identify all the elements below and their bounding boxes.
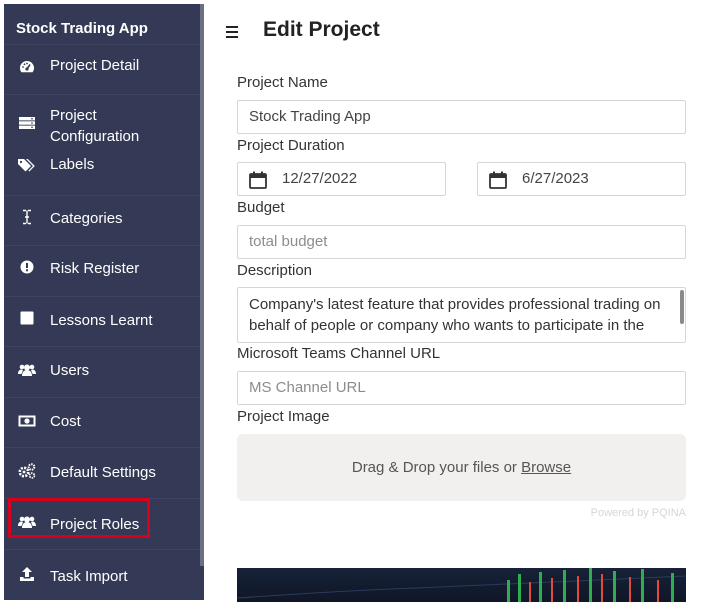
teams-url-label: Microsoft Teams Channel URL [237, 345, 441, 362]
file-dropzone[interactable]: Drag & Drop your files or Browse [237, 434, 686, 501]
end-date-field[interactable]: 6/27/2023 [477, 162, 686, 196]
project-image-preview [237, 568, 686, 602]
budget-label: Budget [237, 199, 285, 216]
sidebar-item-label: Cost [50, 413, 81, 430]
upload-icon [18, 565, 36, 583]
sidebar-scrollbar[interactable] [200, 4, 204, 566]
menu-toggle-icon[interactable] [226, 26, 238, 41]
calendar-icon [249, 171, 267, 189]
sidebar-item-label: Risk Register [50, 260, 140, 277]
sidebar-item-label: Users [50, 362, 90, 379]
sidebar-item-task-import[interactable]: Task Import [4, 549, 200, 599]
project-name-label: Project Name [237, 74, 328, 91]
square-icon [18, 309, 36, 327]
sidebar-item-default-settings[interactable]: Default Settings [4, 447, 200, 497]
powered-by-text[interactable]: Powered by PQINA [591, 507, 686, 519]
project-name-input[interactable]: Stock Trading App [237, 100, 686, 134]
browse-link[interactable]: Browse [521, 459, 571, 476]
sidebar-item-labels[interactable]: Labels [4, 144, 200, 194]
sidebar-item-label: Lessons Learnt [50, 312, 153, 329]
sidebar-item-project-detail[interactable]: Project Detail [4, 44, 200, 94]
server-icon [18, 114, 36, 132]
sidebar-item-label: Categories [50, 210, 123, 227]
project-duration-label: Project Duration [237, 137, 345, 154]
page-title: Edit Project [263, 18, 380, 41]
sidebar-project-title: Stock Trading App [16, 20, 148, 37]
project-image-label: Project Image [237, 408, 330, 425]
sidebar-item-categories[interactable]: Categories [4, 195, 200, 245]
sidebar-item-label: Task Import [50, 568, 128, 585]
calendar-icon [489, 171, 507, 189]
main-content: Edit Project Project Name Stock Trading … [210, 0, 718, 602]
start-date-field[interactable]: 12/27/2022 [237, 162, 446, 196]
highlight-box [8, 498, 150, 538]
start-date-value: 12/27/2022 [282, 170, 358, 187]
sidebar-item-label: Project Configuration [50, 107, 140, 145]
sidebar-item-lessons-learnt[interactable]: Lessons Learnt [4, 296, 200, 346]
exclamation-icon [18, 258, 36, 276]
sidebar-item-label: Labels [50, 156, 95, 173]
text-cursor-icon [18, 208, 36, 226]
users-icon [18, 361, 36, 379]
sidebar-item-cost[interactable]: Cost [4, 397, 200, 447]
description-text: Company's latest feature that provides p… [249, 296, 661, 334]
dashboard-icon [18, 58, 36, 76]
dropzone-text: Drag & Drop your files or [351, 459, 517, 476]
description-scrollbar[interactable] [680, 290, 684, 324]
description-textarea[interactable]: Company's latest feature that provides p… [237, 287, 686, 343]
sidebar-item-label: Project Detail [50, 57, 140, 74]
end-date-value: 6/27/2023 [522, 170, 589, 187]
sidebar-item-label: Default Settings [50, 464, 156, 481]
budget-input[interactable]: total budget [237, 225, 686, 259]
cogs-icon [18, 462, 36, 480]
sidebar-item-users[interactable]: Users [4, 346, 200, 396]
teams-url-input[interactable]: MS Channel URL [237, 371, 686, 405]
sidebar-item-project-configuration[interactable]: Project Configuration [4, 94, 200, 145]
money-bill-icon [18, 412, 36, 430]
tags-icon [18, 156, 36, 174]
description-label: Description [237, 262, 313, 279]
sidebar-item-risk-register[interactable]: Risk Register [4, 245, 200, 295]
